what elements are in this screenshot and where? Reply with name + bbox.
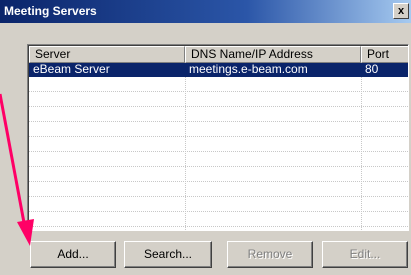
search-button[interactable]: Search...: [124, 241, 212, 268]
cell-address: meetings.e-beam.com: [189, 63, 308, 76]
cell-server: eBeam Server: [33, 63, 110, 76]
remove-button[interactable]: Remove: [227, 241, 313, 268]
arrow-shaft: [0, 93, 27, 229]
column-header-address[interactable]: DNS Name/IP Address: [185, 46, 361, 63]
cell-port: 80: [365, 63, 379, 76]
list-item: [29, 123, 408, 137]
list-item: [29, 78, 408, 92]
add-button[interactable]: Add...: [30, 241, 116, 268]
list-item: [29, 138, 408, 152]
list-item: [29, 213, 408, 227]
list-item: [29, 168, 408, 182]
list-item: [29, 93, 408, 107]
column-header-port[interactable]: Port: [361, 46, 408, 63]
list-item: [29, 183, 408, 197]
column-header-server[interactable]: Server: [29, 46, 185, 63]
edit-button[interactable]: Edit...: [322, 241, 408, 268]
list-item: [29, 108, 408, 122]
window-title: Meeting Servers: [4, 4, 97, 18]
servers-list[interactable]: Server DNS Name/IP Address Port eBeam Se…: [27, 44, 409, 231]
table-row[interactable]: eBeam Server meetings.e-beam.com 80: [29, 63, 408, 77]
title-bar: Meeting Servers x: [0, 0, 411, 23]
close-button[interactable]: x: [393, 3, 409, 19]
list-header: Server DNS Name/IP Address Port: [29, 46, 408, 63]
list-item: [29, 153, 408, 167]
list-item: [29, 198, 408, 212]
